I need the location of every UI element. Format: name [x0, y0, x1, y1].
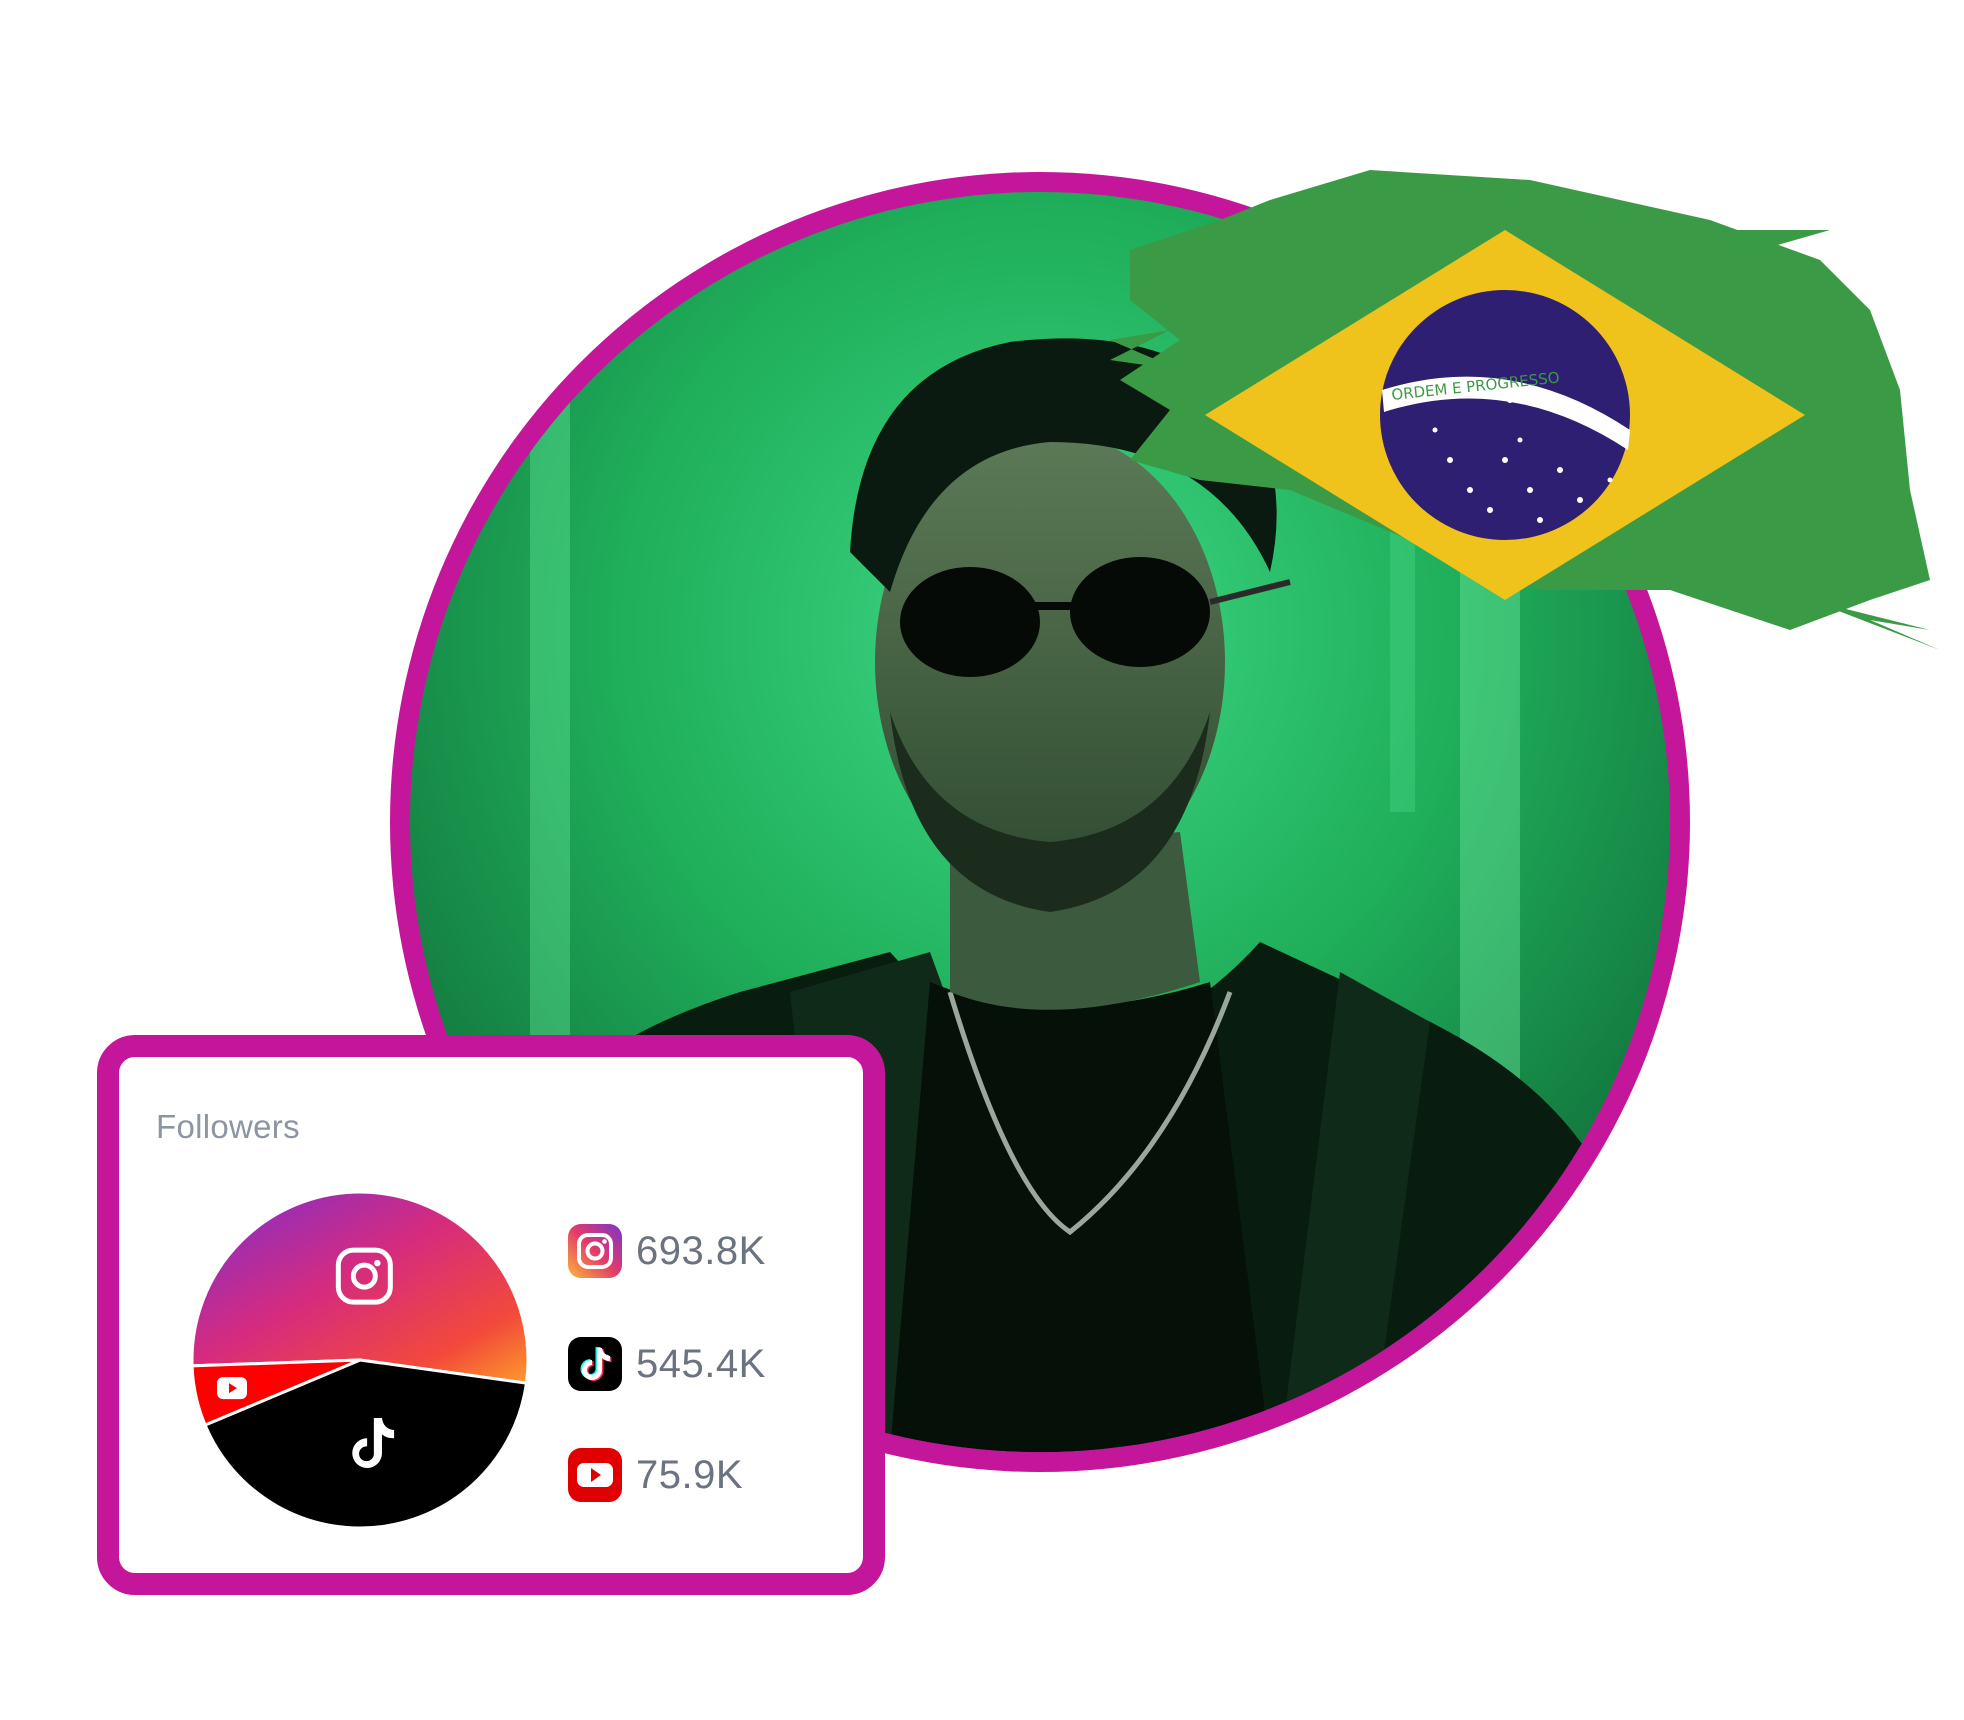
tiktok-icon [568, 1337, 622, 1391]
stat-row-instagram: 693.8K [568, 1223, 766, 1279]
youtube-icon [568, 1448, 622, 1502]
tiktok-followers-value: 545.4K [636, 1341, 766, 1386]
influencer-profile-graphic: ORDEM E PROGRESSO Followers 693.8K 545.4… [0, 0, 1964, 1720]
youtube-pie-icon [217, 1377, 248, 1400]
instagram-icon [568, 1224, 622, 1278]
instagram-followers-value: 693.8K [636, 1228, 766, 1273]
followers-card-title: Followers [156, 1108, 300, 1145]
stat-row-tiktok: 545.4K [568, 1336, 766, 1392]
youtube-followers-value: 75.9K [636, 1452, 744, 1497]
followers-pie-chart [190, 1190, 530, 1530]
brazil-flag: ORDEM E PROGRESSO [1110, 160, 1940, 660]
stat-row-youtube: 75.9K [568, 1447, 743, 1503]
